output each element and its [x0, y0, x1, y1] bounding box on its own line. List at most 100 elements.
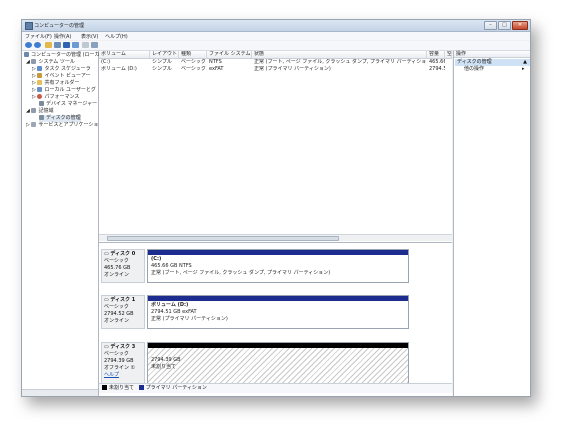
volume-size: 465.66 GB NTFS — [151, 263, 192, 269]
toolbar — [22, 41, 530, 51]
disk-size: 2794.52 GB — [104, 311, 134, 317]
cell-layout: シンプル — [152, 59, 172, 65]
disk-size: 2794.39 GB — [104, 358, 134, 364]
cell-file-system: NTFS — [209, 59, 222, 65]
tree-item-device-manager[interactable]: デバイス マネージャー — [39, 101, 97, 108]
volume-title: (C:) — [151, 256, 162, 262]
tree-item-system-tools[interactable]: ◢ システム ツール — [26, 59, 75, 66]
disk-name: ディスク 3 — [110, 344, 136, 350]
tree-item-shared-folders[interactable]: ▷ 共有フォルダー — [32, 80, 79, 87]
cell-volume: (C:) — [101, 59, 111, 65]
volume-size: 2794.51 GB exFAT — [151, 309, 197, 315]
tree-item-computer-management[interactable]: コンピューターの管理 (ローカル) — [24, 52, 107, 59]
disk-icon — [39, 115, 44, 120]
close-button[interactable]: ✕ — [512, 21, 528, 30]
cell-status: 正常 (プライマリ パーティション) — [254, 66, 331, 72]
volume-status: 未割り当て — [151, 364, 177, 370]
volume-row[interactable]: ボリューム (D:) シンプル ベーシック exFAT 正常 (プライマリ パー… — [99, 66, 452, 73]
folder-icon — [37, 80, 43, 85]
column-free[interactable]: 空 — [445, 51, 452, 58]
column-capacity[interactable]: 容量 — [427, 51, 445, 58]
cell-type: ベーシック — [181, 59, 206, 65]
disk-size: 465.76 GB — [104, 265, 131, 271]
column-file-system[interactable]: ファイル システム — [207, 51, 252, 58]
unallocated-bar — [148, 343, 408, 348]
column-volume[interactable]: ボリューム — [99, 51, 150, 58]
event-icon — [37, 73, 43, 78]
help-link[interactable]: ヘルプ — [104, 372, 142, 379]
disk-1-label[interactable]: ▭ ディスク 1 ベーシック 2794.52 GB オンライン — [101, 295, 145, 329]
computer-icon — [24, 52, 29, 57]
view-icon[interactable] — [91, 42, 98, 48]
disk-type: ベーシック — [104, 351, 129, 357]
computer-management-icon — [25, 22, 33, 30]
clock-icon — [37, 66, 43, 71]
disk-management-pane: ボリューム レイアウト 種類 ファイル システム 状態 容量 空 (C:) シン… — [99, 51, 452, 396]
tree-item-local-users[interactable]: ▷ ローカル ユーザーとグ — [32, 87, 96, 94]
action-other[interactable]: 他の操作 ▸ — [464, 66, 525, 73]
tree-item-task-scheduler[interactable]: ▷ タスク スケジューラ — [32, 66, 91, 73]
volume-status: 正常 (ブート, ページ ファイル, クラッシュ ダンプ, プライマリ パーティ… — [151, 270, 331, 276]
column-type[interactable]: 種類 — [179, 51, 207, 58]
minimize-button[interactable]: – — [484, 21, 497, 30]
back-icon[interactable] — [25, 42, 32, 48]
tree-item-storage[interactable]: ◢ 記憶域 — [26, 108, 53, 115]
disk-3-label[interactable]: ▭ ディスク 3 ベーシック 2794.39 GB オフライン ① ヘルプ — [101, 342, 145, 384]
volume-title: ボリューム (D:) — [151, 302, 189, 308]
users-icon — [37, 87, 43, 92]
legend-bar: 未割り当て プライマリ パーティション — [99, 383, 452, 393]
tools-icon — [31, 59, 37, 64]
export-icon[interactable] — [82, 42, 89, 48]
cell-volume: ボリューム (D:) — [101, 66, 137, 72]
cell-status: 正常 (ブート, ページ ファイル, クラッシュ ダンプ, プライマリ パーティ… — [254, 59, 427, 65]
menu-view[interactable]: 表示(V) — [81, 33, 98, 40]
disk-name: ディスク 1 — [110, 297, 136, 303]
column-layout[interactable]: レイアウト — [150, 51, 179, 58]
legend-unallocated: 未割り当て — [109, 385, 135, 391]
column-status[interactable]: 状態 — [252, 51, 427, 58]
volume-row[interactable]: (C:) シンプル ベーシック NTFS 正常 (ブート, ページ ファイル, … — [99, 59, 452, 66]
menu-help[interactable]: ヘルプ(H) — [105, 33, 128, 40]
up-icon[interactable] — [45, 42, 52, 48]
disk-type: ベーシック — [104, 258, 129, 264]
disk-status: オンライン — [104, 272, 130, 278]
volume-list-scrollbar[interactable] — [99, 234, 452, 241]
volume-list-header: ボリューム レイアウト 種類 ファイル システム 状態 容量 空 — [99, 51, 452, 59]
disk-0-label[interactable]: ▭ ディスク 0 ベーシック 465.76 GB オンライン — [101, 249, 145, 283]
tree-item-performance[interactable]: ▷ パフォーマンス — [32, 94, 79, 101]
properties-icon[interactable] — [63, 42, 70, 48]
volume-status: 正常 (プライマリ パーティション) — [151, 316, 228, 322]
primary-partition-swatch — [138, 385, 144, 390]
tree-item-disk-management[interactable]: ディスクの管理 — [39, 115, 81, 122]
volume-size: 2794.39 GB — [151, 357, 181, 363]
menu-file[interactable]: ファイル(F) — [25, 33, 52, 40]
disk-name: ディスク 0 — [110, 251, 136, 257]
volume-d[interactable]: ボリューム (D:) 2794.51 GB exFAT 正常 (プライマリ パー… — [147, 295, 409, 329]
volume-c[interactable]: (C:) 465.66 GB NTFS 正常 (ブート, ページ ファイル, ク… — [147, 249, 409, 283]
scrollbar-thumb[interactable] — [107, 236, 339, 241]
tree-horizontal-scrollbar[interactable] — [22, 389, 98, 396]
action-title: ディスクの管理 — [457, 59, 492, 65]
collapse-icon[interactable]: ▲ — [523, 59, 527, 66]
disk-graphical-view: ▭ ディスク 0 ベーシック 465.76 GB オンライン (C:) 465.… — [99, 242, 452, 396]
cell-capacity: 2794.50 — [429, 66, 445, 72]
forward-icon[interactable] — [34, 42, 41, 48]
tree-item-services-applications[interactable]: ▷ サービスとアプリケーショ — [26, 122, 98, 129]
device-icon — [39, 101, 44, 106]
console-tree: コンピューターの管理 (ローカル) ◢ システム ツール ▷ タスク スケジュー… — [22, 51, 107, 396]
help-icon[interactable] — [72, 42, 79, 48]
action-other-label: 他の操作 — [464, 66, 485, 72]
console-tree-icon[interactable] — [54, 42, 61, 48]
action-disk-management[interactable]: ディスクの管理 ▲ — [455, 59, 530, 66]
performance-icon — [37, 94, 43, 99]
tree-item-event-viewer[interactable]: ▷ イベント ビューアー — [32, 73, 91, 80]
menu-bar: ファイル(F) 操作(A) 表示(V) ヘルプ(H) — [22, 32, 530, 40]
menu-action[interactable]: 操作(A) — [54, 33, 71, 40]
storage-icon — [31, 108, 37, 113]
maximize-button[interactable]: □ — [498, 21, 511, 30]
cell-file-system: exFAT — [209, 66, 224, 72]
unallocated-space[interactable]: 2794.39 GB 未割り当て — [147, 342, 409, 384]
actions-header: 操作 — [454, 51, 530, 58]
cell-type: ベーシック — [181, 66, 206, 72]
actions-pane: 操作 ディスクの管理 ▲ 他の操作 ▸ — [453, 51, 530, 396]
